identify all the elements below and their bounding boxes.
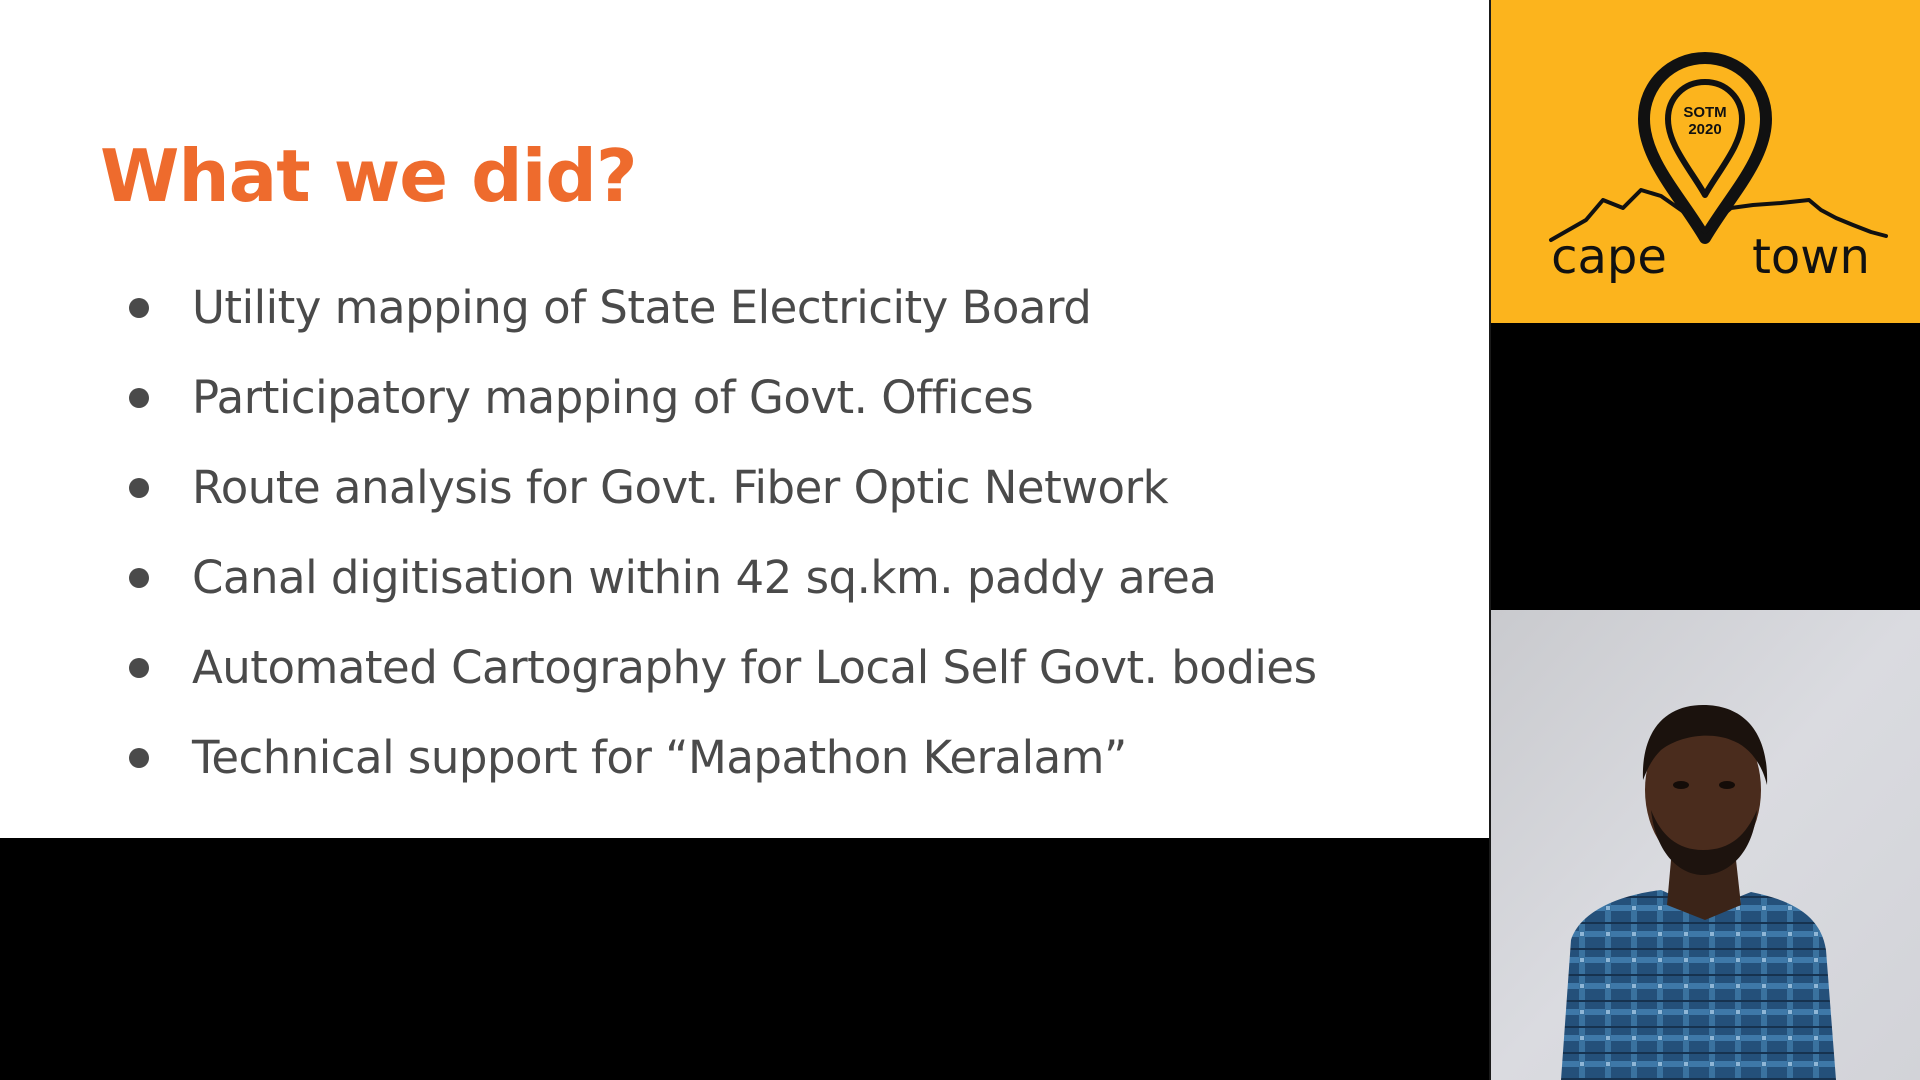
sotm-logo-panel: SOTM 2020 cape town: [1491, 0, 1920, 323]
webcam-image: [1491, 610, 1920, 1080]
presentation-slide: What we did? Utility mapping of State El…: [0, 0, 1489, 838]
bullet-dot-icon: [129, 748, 149, 768]
bullet-text: Technical support for “Mapathon Keralam”: [192, 731, 1127, 784]
bullet-dot-icon: [129, 298, 149, 318]
bullet-text: Utility mapping of State Electricity Boa…: [192, 281, 1092, 334]
bullet-text: Route analysis for Govt. Fiber Optic Net…: [192, 461, 1169, 514]
logo-badge-line2: 2020: [1688, 121, 1721, 138]
bullet-text: Canal digitisation within 42 sq.km. padd…: [192, 551, 1217, 604]
video-frame: What we did? Utility mapping of State El…: [0, 0, 1920, 1080]
bullet-dot-icon: [129, 478, 149, 498]
bullet-text: Automated Cartography for Local Self Gov…: [192, 641, 1317, 694]
bullet-dot-icon: [129, 388, 149, 408]
logo-wordmark-right: town: [1752, 229, 1870, 285]
bullet-dot-icon: [129, 568, 149, 588]
slide-title: What we did?: [100, 134, 638, 218]
logo-badge-line1: SOTM: [1683, 104, 1726, 121]
sotm-logo: SOTM 2020 cape town: [1491, 0, 1920, 323]
bullet-text: Participatory mapping of Govt. Offices: [192, 371, 1034, 424]
bullet-dot-icon: [129, 658, 149, 678]
webcam-feed: [1491, 610, 1920, 1080]
logo-wordmark-left: cape: [1551, 229, 1667, 285]
